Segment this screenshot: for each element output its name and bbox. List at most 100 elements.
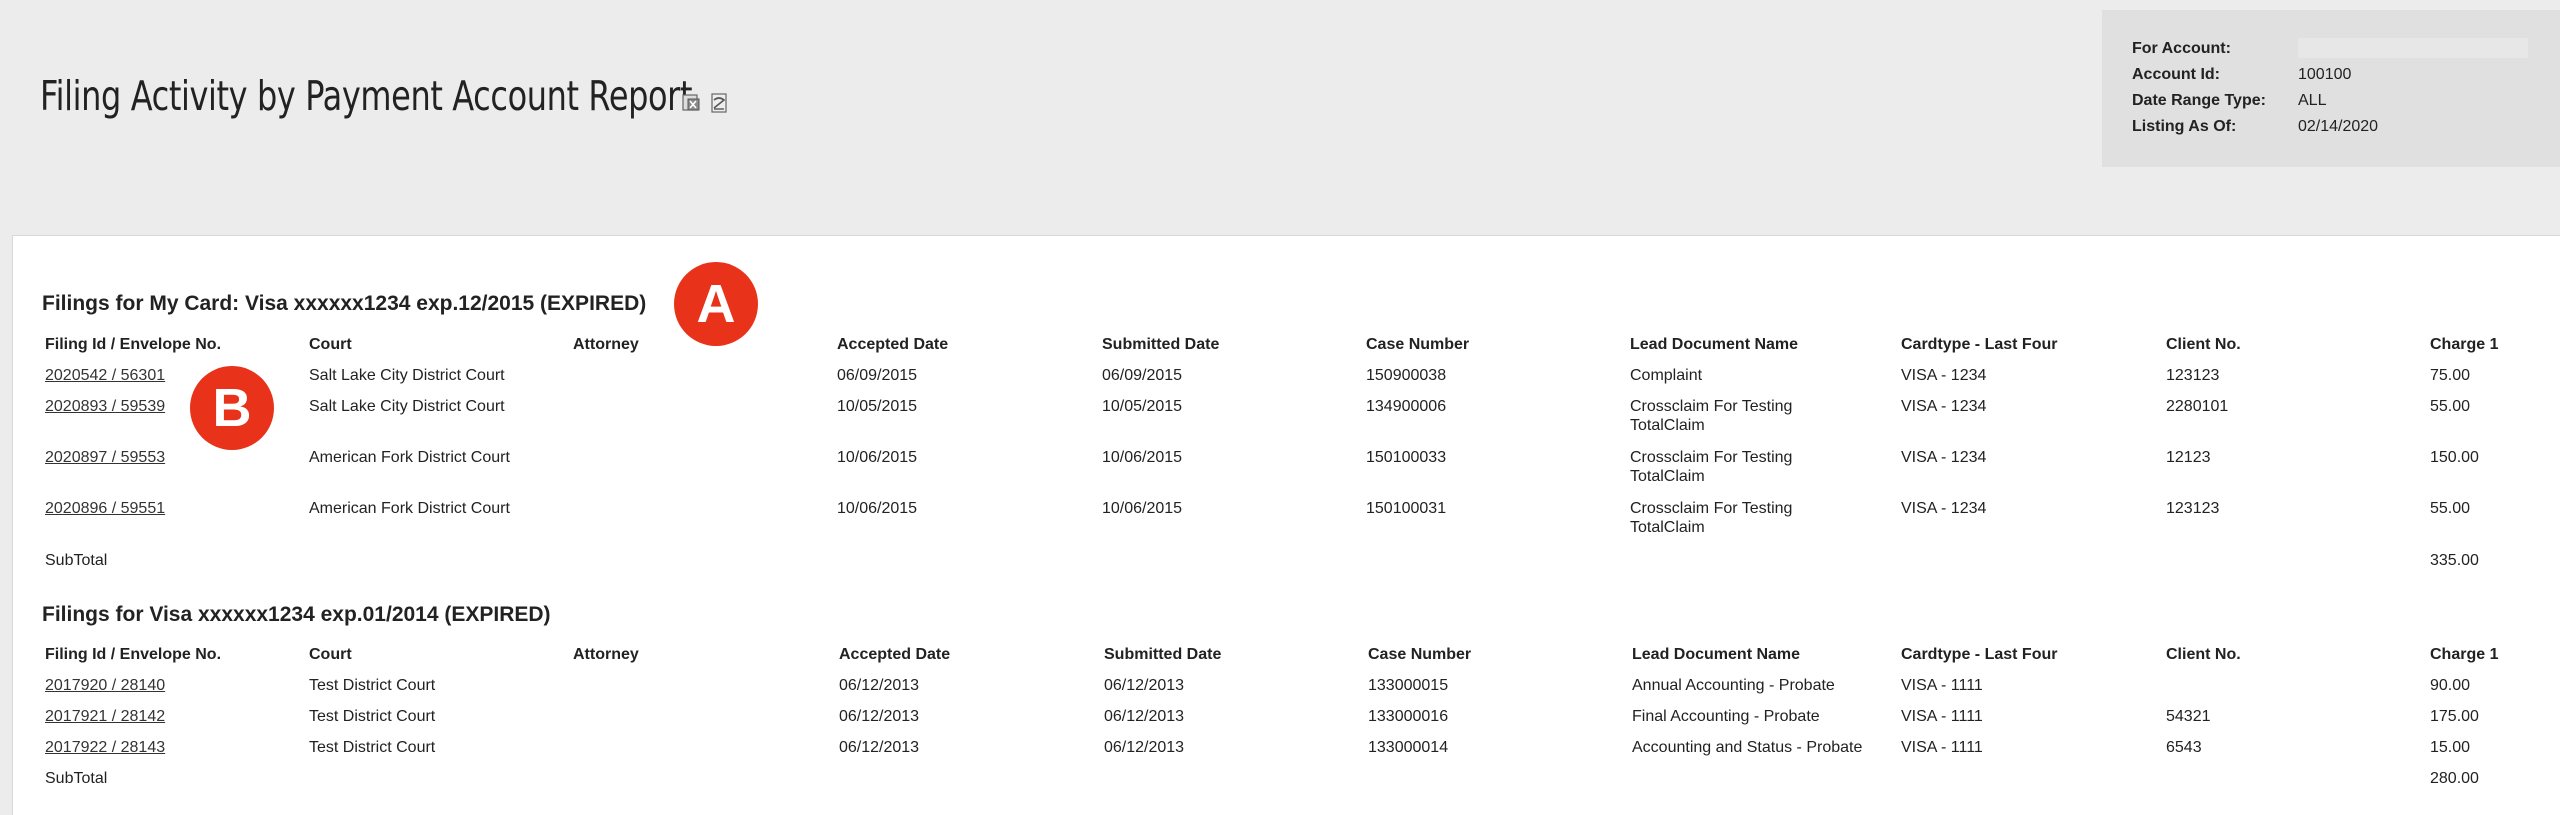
column-header-charge: Charge 1 [2430,646,2499,663]
callout-badge-a: A [674,262,758,346]
lead-document-cell: Annual Accounting - Probate [1632,677,1835,694]
subtotal-label: SubTotal [45,552,108,569]
lead-document-cell: Crossclaim For Testing [1630,500,1793,517]
court-cell: Test District Court [309,708,436,725]
column-header-case-number: Case Number [1366,336,1470,353]
report-content: Filings for My Card: Visa xxxxxx1234 exp… [12,235,2560,815]
filing-id-link[interactable]: 2017922 / 28143 [45,738,165,757]
lead-document-cell: Complaint [1630,367,1703,384]
account-id-label: Account Id: [2132,66,2220,83]
filing-id-link[interactable]: 2020542 / 56301 [45,366,165,385]
cardtype-cell: VISA - 1111 [1901,677,1983,694]
case-number-cell: 133000015 [1368,677,1449,694]
accepted-date-cell: 06/12/2013 [839,739,920,756]
charge-cell: 15.00 [2430,739,2471,756]
listing-as-of-label: Listing As Of: [2132,118,2237,135]
submitted-date-cell: 06/12/2013 [1104,739,1185,756]
case-number-cell: 134900006 [1366,398,1447,415]
page-title: Filing Activity by Payment Account Repor… [40,72,693,120]
court-cell: Test District Court [309,677,436,694]
charge-cell: 175.00 [2430,708,2479,725]
column-header-court: Court [309,646,352,663]
case-number-cell: 133000014 [1368,739,1449,756]
filing-id-link[interactable]: 2020893 / 59539 [45,397,165,416]
lead-document-cell: Final Accounting - Probate [1632,708,1820,725]
section-title: Filings for Visa xxxxxx1234 exp.01/2014 … [42,603,551,626]
column-header-accepted-date: Accepted Date [837,336,949,353]
filing-id-link[interactable]: 2020896 / 59551 [45,499,165,518]
lead-document-cell: Crossclaim For Testing [1630,398,1793,415]
column-header-filing-id: Filing Id / Envelope No. [45,336,222,353]
charge-cell: 75.00 [2430,367,2471,384]
filing-id-link[interactable]: 2017920 / 28140 [45,676,165,695]
lead-document-cell-line2: TotalClaim [1630,468,1705,485]
export-excel-icon[interactable] [680,92,702,114]
subtotal-value: 335.00 [2430,552,2479,569]
filing-id-link[interactable]: 2020897 / 59553 [45,448,165,467]
column-header-charge: Charge 1 [2430,336,2499,353]
court-cell: Test District Court [309,739,436,756]
submitted-date-cell: 10/05/2015 [1102,398,1183,415]
column-header-lead-document: Lead Document Name [1632,646,1801,663]
accepted-date-cell: 10/06/2015 [837,449,918,466]
date-range-type-label: Date Range Type: [2132,92,2266,109]
charge-cell: 55.00 [2430,398,2471,415]
for-account-label: For Account: [2132,40,2231,57]
accepted-date-cell: 06/09/2015 [837,367,918,384]
column-header-submitted-date: Submitted Date [1104,646,1222,663]
column-header-lead-document: Lead Document Name [1630,336,1799,353]
submitted-date-cell: 06/12/2013 [1104,677,1185,694]
client-no-cell: 12123 [2166,449,2211,466]
cardtype-cell: VISA - 1234 [1901,398,1987,415]
account-id-value: 100100 [2298,66,2352,83]
section-title: Filings for My Card: Visa xxxxxx1234 exp… [42,292,647,315]
client-no-cell: 2280101 [2166,398,2229,415]
client-no-cell: 123123 [2166,367,2220,384]
column-header-attorney: Attorney [573,336,639,353]
lead-document-cell: Crossclaim For Testing [1630,449,1793,466]
lead-document-cell: Accounting and Status - Probate [1632,739,1863,756]
client-no-cell: 6543 [2166,739,2202,756]
case-number-cell: 133000016 [1368,708,1449,725]
accepted-date-cell: 10/05/2015 [837,398,918,415]
accepted-date-cell: 06/12/2013 [839,677,920,694]
lead-document-cell-line2: TotalClaim [1630,417,1705,434]
cardtype-cell: VISA - 1234 [1901,367,1987,384]
listing-as-of-value: 02/14/2020 [2298,118,2379,135]
cardtype-cell: VISA - 1234 [1901,449,1987,466]
submitted-date-cell: 06/12/2013 [1104,708,1185,725]
cardtype-cell: VISA - 1111 [1901,708,1983,725]
column-header-attorney: Attorney [573,646,639,663]
submitted-date-cell: 10/06/2015 [1102,500,1183,517]
callout-badge-b: B [190,366,274,450]
court-cell: American Fork District Court [309,449,510,466]
filing-id-link[interactable]: 2017921 / 28142 [45,707,165,726]
column-header-accepted-date: Accepted Date [839,646,951,663]
client-no-cell: 54321 [2166,708,2211,725]
column-header-client-no: Client No. [2166,646,2241,663]
column-header-client-no: Client No. [2166,336,2241,353]
subtotal-label: SubTotal [45,770,108,787]
cardtype-cell: VISA - 1234 [1901,500,1987,517]
submitted-date-cell: 06/09/2015 [1102,367,1183,384]
submitted-date-cell: 10/06/2015 [1102,449,1183,466]
case-number-cell: 150100031 [1366,500,1447,517]
client-no-cell: 123123 [2166,500,2220,517]
subtotal-value: 280.00 [2430,770,2479,787]
column-header-cardtype: Cardtype - Last Four [1901,336,2058,353]
accepted-date-cell: 10/06/2015 [837,500,918,517]
date-range-type-value: ALL [2298,92,2327,109]
column-header-court: Court [309,336,352,353]
column-header-case-number: Case Number [1368,646,1472,663]
export-toolbar [680,92,730,114]
column-header-filing-id: Filing Id / Envelope No. [45,646,222,663]
cardtype-cell: VISA - 1111 [1901,739,1983,756]
export-pdf-icon[interactable] [708,92,730,114]
column-header-submitted-date: Submitted Date [1102,336,1220,353]
lead-document-cell-line2: TotalClaim [1630,519,1705,536]
for-account-value [2298,38,2528,58]
accepted-date-cell: 06/12/2013 [839,708,920,725]
court-cell: Salt Lake City District Court [309,367,505,384]
column-header-cardtype: Cardtype - Last Four [1901,646,2058,663]
charge-cell: 55.00 [2430,500,2471,517]
